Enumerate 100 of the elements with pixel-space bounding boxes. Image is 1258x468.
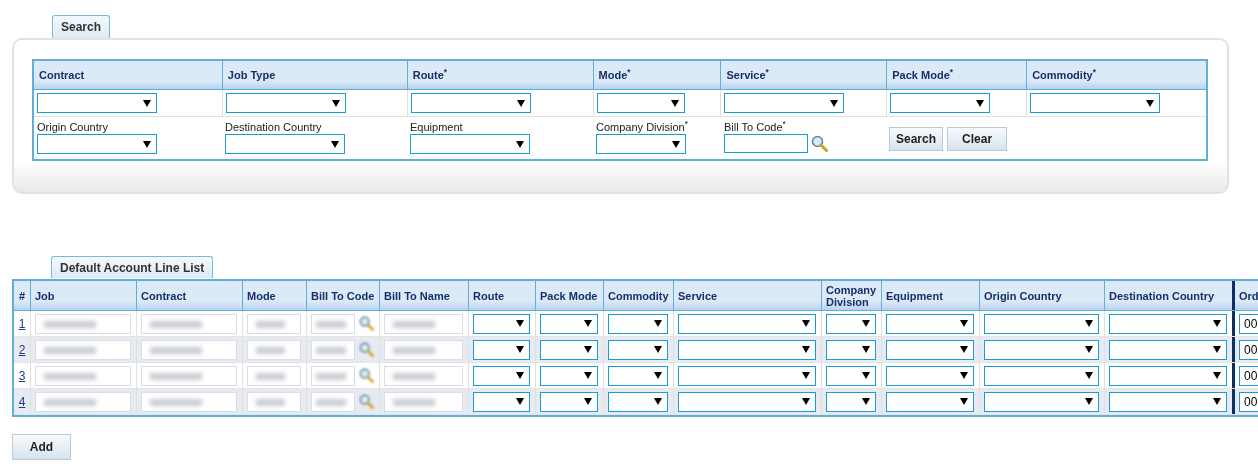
bill-to-code-field[interactable]: [724, 134, 808, 153]
caret-icon: [1085, 346, 1093, 353]
column-header: #: [18, 289, 26, 302]
text-field[interactable]: 00: [1239, 339, 1258, 360]
column-header: Commodity$^{*}$: [1032, 66, 1096, 83]
blurred-field[interactable]: [384, 365, 463, 386]
text-field[interactable]: 00: [1239, 391, 1258, 412]
row-link[interactable]: 4: [18, 392, 26, 411]
blurred-field[interactable]: [141, 339, 237, 360]
dropdown[interactable]: [540, 313, 598, 334]
caret-icon: [830, 99, 839, 107]
column-header: Job Type: [227, 67, 276, 83]
blurred-field[interactable]: [384, 391, 463, 412]
list-tab[interactable]: Default Account Line List: [51, 256, 214, 278]
blurred-field[interactable]: [311, 365, 355, 386]
dropdown[interactable]: [826, 313, 876, 334]
column-header: Bill To Code: [311, 289, 375, 302]
blurred-field[interactable]: [311, 391, 355, 412]
search-icon[interactable]: [359, 316, 374, 331]
search-icon[interactable]: [359, 394, 374, 409]
dropdown[interactable]: [473, 339, 530, 360]
blurred-field[interactable]: [35, 391, 131, 412]
column-header: Pack Mode: [540, 289, 598, 302]
caret-icon: [960, 320, 968, 327]
search-tab[interactable]: Search: [52, 15, 111, 38]
caret-icon: [672, 140, 680, 148]
blurred-field[interactable]: [384, 339, 463, 360]
caret-icon: [516, 99, 525, 107]
search-icon[interactable]: [811, 135, 828, 152]
blurred-field[interactable]: [141, 365, 237, 386]
dropdown[interactable]: [473, 365, 530, 386]
caret-icon: [331, 140, 339, 148]
caret-icon: [670, 99, 679, 107]
caret-icon: [1213, 320, 1221, 327]
field-label: Equipment: [410, 120, 464, 134]
caret-icon: [1213, 398, 1221, 405]
dropdown[interactable]: [540, 391, 598, 412]
dropdown[interactable]: [473, 313, 530, 334]
column-header: Contract: [39, 67, 85, 83]
column-header: Mode$^{*}$: [598, 66, 631, 83]
blurred-field[interactable]: [247, 313, 301, 334]
blurred-field[interactable]: [35, 313, 131, 334]
column-header: Job: [35, 289, 55, 302]
dropdown[interactable]: [473, 391, 530, 412]
caret-icon: [516, 398, 524, 405]
caret-icon: [516, 320, 524, 327]
caret-icon: [862, 398, 870, 405]
blurred-field[interactable]: [35, 339, 131, 360]
caret-icon: [1085, 320, 1093, 327]
column-header: Equipment: [886, 289, 943, 302]
dropdown[interactable]: [608, 391, 668, 412]
column-header: Pack Mode$^{*}$: [892, 66, 953, 83]
caret-icon: [584, 398, 592, 405]
caret-icon: [516, 346, 524, 353]
column-header: Contract: [141, 289, 187, 302]
caret-icon: [802, 320, 810, 327]
search-icon[interactable]: [359, 342, 374, 357]
blurred-field[interactable]: [247, 339, 301, 360]
blurred-field[interactable]: [141, 313, 237, 334]
column-header: Destination Country: [1109, 289, 1215, 302]
field-label: Bill To Code$^{*}$: [724, 120, 787, 134]
field-label: Company Division$^{*}$: [596, 120, 689, 134]
dropdown[interactable]: [826, 391, 876, 412]
blurred-field[interactable]: [384, 313, 463, 334]
caret-icon: [802, 346, 810, 353]
caret-icon: [331, 99, 340, 107]
caret-icon: [143, 140, 151, 148]
row-link[interactable]: 1: [18, 314, 26, 333]
caret-icon: [584, 372, 592, 379]
blurred-field[interactable]: [311, 313, 355, 334]
row-link[interactable]: 3: [18, 366, 26, 385]
dropdown[interactable]: [608, 313, 668, 334]
blurred-field[interactable]: [247, 365, 301, 386]
caret-icon: [1085, 372, 1093, 379]
column-header: Mode: [247, 289, 276, 302]
blurred-field[interactable]: [141, 391, 237, 412]
blurred-field[interactable]: [35, 365, 131, 386]
text-field[interactable]: 00: [1239, 365, 1258, 386]
dropdown[interactable]: [608, 339, 668, 360]
caret-icon: [1213, 372, 1221, 379]
caret-icon: [654, 346, 662, 353]
dropdown[interactable]: [540, 365, 598, 386]
dropdown[interactable]: [540, 339, 598, 360]
caret-icon: [143, 99, 151, 107]
column-header: Service: [678, 289, 718, 302]
add-button[interactable]: Add: [12, 434, 71, 460]
search-icon[interactable]: [359, 368, 374, 383]
dropdown[interactable]: [826, 339, 876, 360]
row-link[interactable]: 2: [18, 340, 26, 359]
caret-icon: [960, 398, 968, 405]
clear-button[interactable]: Clear: [947, 127, 1008, 151]
caret-icon: [584, 320, 592, 327]
dropdown[interactable]: [608, 365, 668, 386]
search-button[interactable]: Search: [889, 127, 944, 151]
blurred-field[interactable]: [247, 391, 301, 412]
dropdown[interactable]: [826, 365, 876, 386]
blurred-field[interactable]: [311, 339, 355, 360]
text-field[interactable]: 00: [1239, 313, 1258, 334]
column-header: Company Division: [826, 283, 878, 308]
caret-icon: [654, 398, 662, 405]
